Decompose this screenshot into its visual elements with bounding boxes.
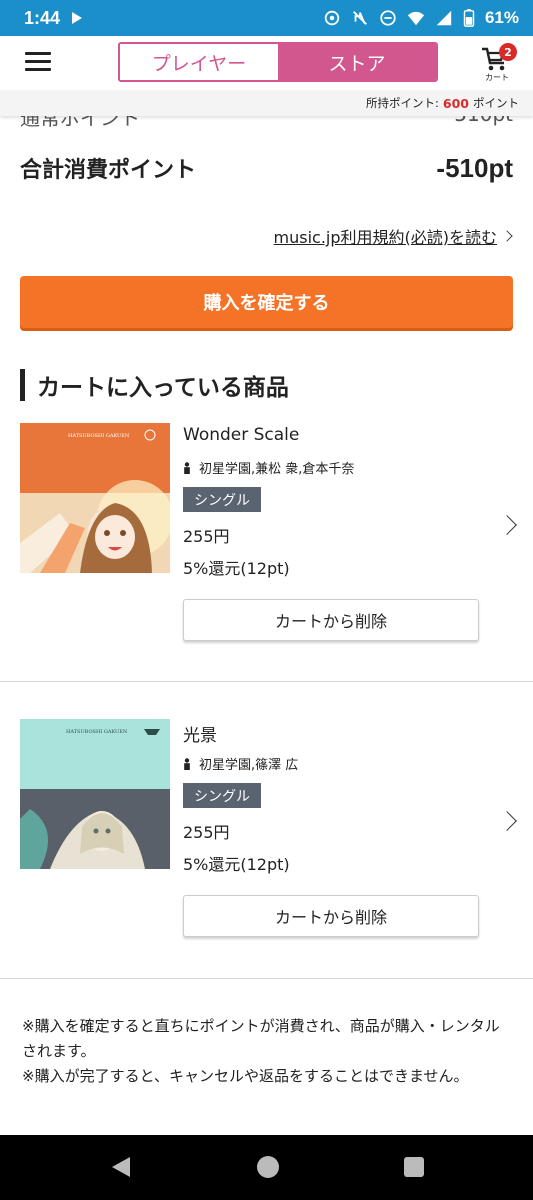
section-accent-bar: [20, 369, 25, 401]
remove-from-cart-button[interactable]: カートから削除: [183, 895, 479, 937]
item-artist-row: 初星学園,篠澤 広: [183, 754, 298, 773]
item-divider: [0, 681, 533, 682]
total-points-label: 合計消費ポイント: [20, 158, 197, 183]
album-cover[interactable]: HATSUBOSHI GAKUEN: [20, 719, 170, 869]
terms-link-text: music.jp利用規約(必読)を読む: [273, 228, 497, 247]
chevron-right-icon: [501, 230, 513, 242]
system-nav-bar: [0, 1135, 533, 1200]
home-icon[interactable]: [257, 1156, 279, 1178]
mode-switch: プレイヤー ストア: [118, 42, 438, 82]
regular-points-row: 通常ポイント -510pt: [20, 116, 513, 131]
item-divider: [0, 978, 533, 979]
tab-player[interactable]: プレイヤー: [120, 44, 278, 80]
item-price: 255円: [183, 823, 230, 842]
person-icon: [184, 757, 190, 770]
status-bar: 1:44 61%: [0, 0, 533, 36]
points-bar: 所持ポイント: 600 ポイント: [0, 90, 533, 116]
cover-brand-text: HATSUBOSHI GAKUEN: [66, 729, 128, 735]
regular-points-label: 通常ポイント: [20, 116, 140, 130]
confirm-purchase-button[interactable]: 購入を確定する: [20, 276, 513, 328]
item-reward: 5%還元(12pt): [183, 855, 290, 874]
tab-store[interactable]: ストア: [278, 44, 436, 80]
mute-icon: [353, 11, 367, 25]
status-icons: 61%: [323, 8, 519, 28]
regular-points-value: -510pt: [447, 116, 513, 131]
item-title[interactable]: 光景: [183, 721, 217, 746]
cover-brand-text: HATSUBOSHI GAKUEN: [68, 433, 130, 439]
points-value: 600: [442, 95, 469, 111]
battery-percent: 61%: [484, 8, 519, 27]
total-points-value: -510pt: [436, 152, 513, 183]
main-content[interactable]: 通常ポイント -510pt 合計消費ポイント -510pt music.jp利用…: [0, 116, 533, 1135]
cart-button[interactable]: 2 カート: [480, 40, 520, 84]
person-icon: [184, 461, 190, 474]
battery-icon: [463, 9, 475, 27]
chevron-right-icon[interactable]: [497, 811, 517, 831]
terms-link[interactable]: music.jp利用規約(必読)を読む: [273, 224, 513, 248]
item-type-badge: シングル: [183, 783, 261, 808]
item-type-badge: シングル: [183, 487, 261, 512]
points-label: 所持ポイント:: [366, 96, 439, 110]
item-reward: 5%還元(12pt): [183, 559, 290, 578]
location-icon: [324, 10, 340, 26]
album-cover[interactable]: HATSUBOSHI GAKUEN: [20, 423, 170, 573]
remove-from-cart-button[interactable]: カートから削除: [183, 599, 479, 641]
status-time: 1:44: [24, 7, 61, 28]
album-cover-art: HATSUBOSHI GAKUEN: [20, 719, 170, 869]
recent-apps-icon[interactable]: [404, 1157, 424, 1177]
item-artist-row: 初星学園,兼松 衆,倉本千奈: [183, 458, 354, 477]
purchase-notes: ※購入を確定すると直ちにポイントが消費され、商品が購入・レンタルされます。 ※購…: [22, 1014, 512, 1089]
play-icon: [72, 12, 83, 24]
chevron-right-icon[interactable]: [497, 515, 517, 535]
app-header: プレイヤー ストア 2 カート: [0, 36, 533, 90]
cart-count-badge: 2: [499, 43, 517, 61]
dnd-icon: [380, 10, 396, 26]
back-icon[interactable]: [112, 1157, 130, 1177]
cart-label: カート: [485, 73, 509, 82]
cart-section-title: カートに入っている商品: [37, 375, 289, 401]
note-line-2: ※購入が完了すると、キャンセルや返品をすることはできません。: [22, 1067, 469, 1085]
note-line-1: ※購入を確定すると直ちにポイントが消費され、商品が購入・レンタルされます。: [22, 1017, 500, 1060]
total-points-row: 合計消費ポイント -510pt: [20, 152, 513, 184]
album-cover-art: HATSUBOSHI GAKUEN: [20, 423, 170, 573]
item-artist: 初星学園,兼松 衆,倉本千奈: [199, 462, 355, 477]
item-artist: 初星学園,篠澤 広: [199, 758, 299, 773]
hamburger-icon[interactable]: [25, 52, 51, 72]
signal-icon: [436, 10, 452, 26]
item-title[interactable]: Wonder Scale: [183, 425, 299, 445]
points-unit: ポイント: [473, 96, 519, 110]
item-price: 255円: [183, 527, 230, 546]
wifi-icon: [407, 11, 425, 26]
cart-section-header: カートに入っている商品: [20, 368, 289, 402]
